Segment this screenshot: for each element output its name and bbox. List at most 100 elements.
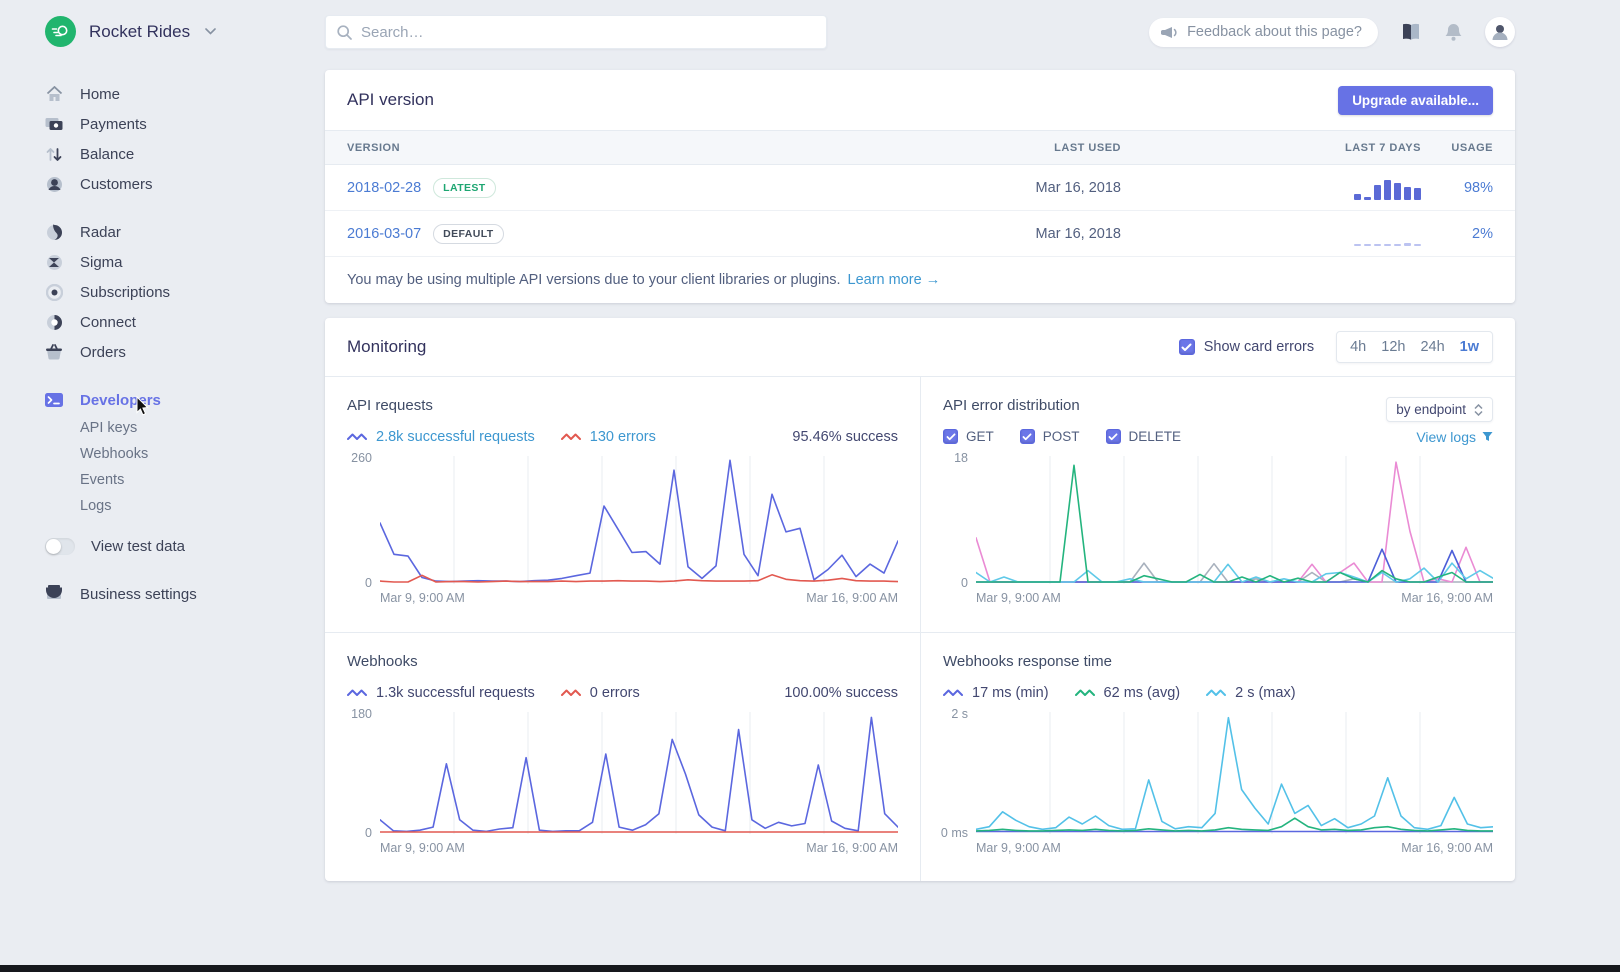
method-get-checkbox-row[interactable]: GET bbox=[943, 429, 994, 444]
x-axis: Mar 9, 9:00 AMMar 16, 9:00 AM bbox=[976, 591, 1493, 605]
show-card-errors-checkbox-row[interactable]: Show card errors bbox=[1179, 339, 1314, 355]
chart-title: API requests bbox=[347, 397, 433, 414]
monitoring-header: Monitoring Show card errors 4h 12h 24h 1… bbox=[325, 318, 1515, 377]
version-link[interactable]: 2016-03-07 bbox=[347, 226, 421, 242]
delete-checkbox[interactable] bbox=[1106, 429, 1121, 444]
learn-more-link[interactable]: Learn more → bbox=[848, 272, 941, 288]
sidebar-item-connect[interactable]: Connect bbox=[45, 307, 325, 337]
legend-max[interactable]: 2 s (max) bbox=[1206, 685, 1295, 701]
status-badge: LATEST bbox=[433, 178, 495, 198]
column-usage: USAGE bbox=[1421, 142, 1493, 154]
sidebar-subitem-api-keys[interactable]: API keys bbox=[45, 415, 325, 441]
usage-sparkline bbox=[1354, 176, 1421, 200]
column-last-7-days: LAST 7 DAYS bbox=[1121, 142, 1421, 154]
account-name: Rocket Rides bbox=[89, 22, 190, 42]
sidebar-item-payments[interactable]: Payments bbox=[45, 109, 325, 139]
sidebar-item-label: Orders bbox=[80, 344, 126, 361]
column-last-used: LAST USED bbox=[881, 142, 1121, 154]
account-switcher[interactable]: Rocket Rides bbox=[45, 16, 325, 47]
business-settings-icon bbox=[45, 584, 63, 604]
sidebar-item-balance[interactable]: Balance bbox=[45, 139, 325, 169]
rocket-rides-logo-icon bbox=[45, 16, 76, 47]
sidebar-item-home[interactable]: Home bbox=[45, 79, 325, 109]
sidebar-item-radar[interactable]: Radar bbox=[45, 217, 325, 247]
legend-errors[interactable]: 0 errors bbox=[561, 685, 640, 701]
upgrade-available-button[interactable]: Upgrade available... bbox=[1338, 86, 1493, 115]
api-version-table-header: VERSION LAST USED LAST 7 DAYS USAGE bbox=[325, 130, 1515, 165]
sidebar-subitem-webhooks[interactable]: Webhooks bbox=[45, 441, 325, 467]
sidebar-item-label: Payments bbox=[80, 116, 147, 133]
chart-title: Webhooks bbox=[347, 653, 418, 670]
status-badge: DEFAULT bbox=[433, 224, 503, 244]
y-axis: 1800 bbox=[347, 712, 380, 834]
usage-percent-link[interactable]: 2% bbox=[1421, 226, 1493, 242]
sidebar-item-developers[interactable]: Developers bbox=[45, 385, 325, 415]
chart-cell-webhooks-response-time: Webhooks response time 17 ms (min) 62 ms… bbox=[920, 632, 1515, 881]
x-axis: Mar 9, 9:00 AMMar 16, 9:00 AM bbox=[380, 841, 898, 855]
usage-percent-link[interactable]: 98% bbox=[1421, 180, 1493, 196]
sidebar-item-label: Business settings bbox=[80, 586, 197, 603]
method-post-checkbox-row[interactable]: POST bbox=[1020, 429, 1080, 444]
sidebar-item-customers[interactable]: Customers bbox=[45, 169, 325, 199]
line-swatch-icon bbox=[943, 687, 964, 698]
chart-legend: 1.3k successful requests 0 errors 100.00… bbox=[347, 679, 898, 706]
feedback-button[interactable]: Feedback about this page? bbox=[1149, 18, 1378, 47]
table-row[interactable]: 2018-02-28 LATEST Mar 16, 2018 98% bbox=[325, 165, 1515, 211]
method-delete-checkbox-row[interactable]: DELETE bbox=[1106, 429, 1182, 444]
group-by-select[interactable]: by endpoint bbox=[1386, 397, 1493, 422]
legend-avg[interactable]: 62 ms (avg) bbox=[1075, 685, 1181, 701]
range-12h[interactable]: 12h bbox=[1381, 339, 1405, 355]
topbar-right: Feedback about this page? bbox=[1149, 17, 1515, 47]
sidebar-item-label: Subscriptions bbox=[80, 284, 170, 301]
range-1w[interactable]: 1w bbox=[1460, 339, 1479, 355]
sidebar-item-sigma[interactable]: Sigma bbox=[45, 247, 325, 277]
legend-successful-requests[interactable]: 2.8k successful requests bbox=[347, 429, 535, 445]
user-avatar[interactable] bbox=[1485, 17, 1515, 47]
sidebar-item-label: Connect bbox=[80, 314, 136, 331]
sidebar-subitem-logs[interactable]: Logs bbox=[45, 493, 325, 519]
get-checkbox[interactable] bbox=[943, 429, 958, 444]
sidebar-item-subscriptions[interactable]: Subscriptions bbox=[45, 277, 325, 307]
toggle-knob bbox=[46, 539, 61, 554]
range-4h[interactable]: 4h bbox=[1350, 339, 1366, 355]
chart-cell-webhooks: Webhooks 1.3k successful requests 0 erro… bbox=[325, 632, 920, 881]
post-checkbox[interactable] bbox=[1020, 429, 1035, 444]
column-version: VERSION bbox=[347, 142, 881, 154]
sidebar-nav: Home Payments Balance Customers Radar bbox=[45, 79, 325, 519]
show-card-errors-label: Show card errors bbox=[1204, 339, 1314, 355]
sidebar-item-label: Balance bbox=[80, 146, 134, 163]
sidebar-item-orders[interactable]: Orders bbox=[45, 337, 325, 367]
view-logs-link[interactable]: View logs bbox=[1416, 429, 1493, 445]
docs-book-icon[interactable] bbox=[1400, 23, 1422, 41]
chart-title: API error distribution bbox=[943, 397, 1080, 414]
line-swatch-icon bbox=[561, 431, 582, 442]
range-24h[interactable]: 24h bbox=[1420, 339, 1444, 355]
sidebar-item-business-settings[interactable]: Business settings bbox=[45, 579, 325, 609]
sidebar-item-label: Developers bbox=[80, 392, 161, 409]
search-box[interactable] bbox=[325, 15, 827, 49]
legend-min[interactable]: 17 ms (min) bbox=[943, 685, 1049, 701]
view-test-data-toggle[interactable] bbox=[45, 538, 75, 555]
chart-cell-api-requests: API requests 2.8k successful requests 13… bbox=[325, 377, 920, 632]
feedback-label: Feedback about this page? bbox=[1187, 24, 1362, 40]
screenshot-bottom-edge bbox=[0, 965, 1620, 972]
legend-successful-requests[interactable]: 1.3k successful requests bbox=[347, 685, 535, 701]
y-axis: 2600 bbox=[347, 456, 380, 584]
monitoring-title: Monitoring bbox=[347, 337, 426, 357]
search-input[interactable] bbox=[361, 24, 815, 41]
home-icon bbox=[45, 85, 63, 103]
api-error-distribution-chart bbox=[976, 456, 1493, 584]
show-card-errors-checkbox[interactable] bbox=[1179, 339, 1195, 355]
webhooks-chart bbox=[380, 712, 898, 834]
version-link[interactable]: 2018-02-28 bbox=[347, 180, 421, 196]
notifications-bell-icon[interactable] bbox=[1444, 22, 1463, 42]
sigma-icon bbox=[45, 253, 63, 271]
legend-errors[interactable]: 130 errors bbox=[561, 429, 656, 445]
line-swatch-icon bbox=[1075, 687, 1096, 698]
stripe-dashboard: Rocket Rides Home Payments Balance Custo… bbox=[0, 0, 1620, 972]
sidebar-subitem-events[interactable]: Events bbox=[45, 467, 325, 493]
api-version-header: API version Upgrade available... bbox=[325, 70, 1515, 130]
table-row[interactable]: 2016-03-07 DEFAULT Mar 16, 2018 2% bbox=[325, 211, 1515, 257]
last-used-value: Mar 16, 2018 bbox=[881, 226, 1121, 242]
connect-icon bbox=[45, 313, 63, 331]
